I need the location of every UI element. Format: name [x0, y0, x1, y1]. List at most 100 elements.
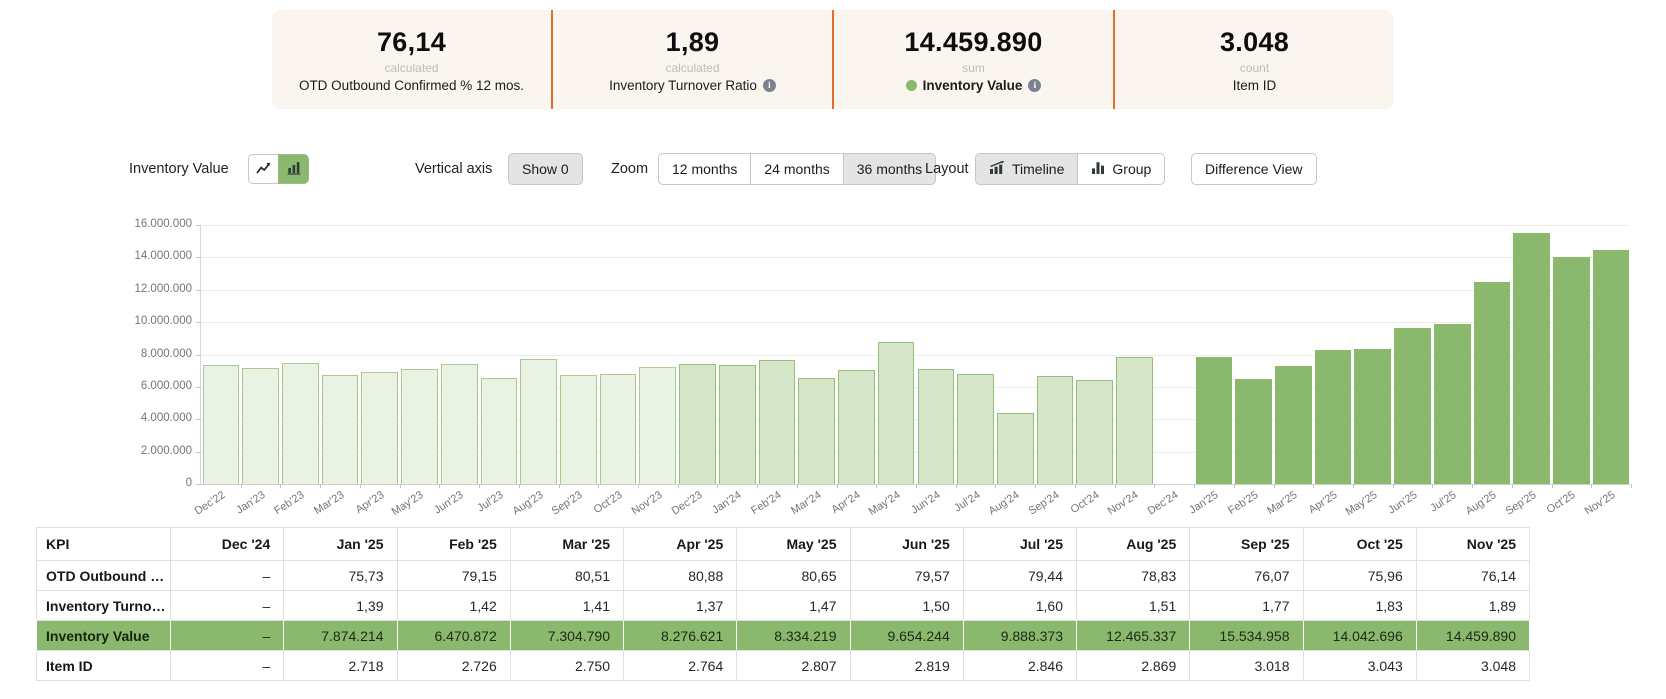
table-header-row: KPIDec '24Jan '25Feb '25Mar '25Apr '25Ma…: [37, 528, 1530, 561]
bar[interactable]: [1553, 257, 1590, 484]
bar[interactable]: [1394, 328, 1431, 484]
layout-timeline-button[interactable]: Timeline: [975, 153, 1078, 185]
bar[interactable]: [1235, 379, 1272, 484]
zoom-24-months-button[interactable]: 24 months: [750, 153, 843, 185]
axis-tick: [1472, 484, 1473, 488]
y-axis-tick: [196, 355, 201, 356]
table-cell: 79,57: [850, 561, 963, 591]
bar-chart-icon: [287, 161, 301, 178]
table-cell: 8.276.621: [624, 621, 737, 651]
bar[interactable]: [1474, 282, 1511, 484]
axis-tick: [1274, 484, 1275, 488]
axis-tick: [1591, 484, 1592, 488]
bar[interactable]: [481, 378, 518, 484]
kpi-table-container: KPIDec '24Jan '25Feb '25Mar '25Apr '25Ma…: [36, 527, 1530, 681]
bar[interactable]: [322, 375, 359, 484]
axis-tick: [1512, 484, 1513, 488]
layout-preset-group: Timeline Group: [975, 153, 1165, 185]
kpi-value: 1,89: [666, 27, 720, 58]
table-row[interactable]: Inventory Value–7.874.2146.470.8727.304.…: [37, 621, 1530, 651]
bar[interactable]: [1593, 250, 1630, 484]
bar[interactable]: [1196, 357, 1233, 484]
y-axis-tick-label: 4.000.000: [102, 412, 192, 424]
info-icon[interactable]: i: [1028, 79, 1041, 92]
table-row[interactable]: Item ID–2.7182.7262.7502.7642.8072.8192.…: [37, 651, 1530, 681]
series-label: Inventory Value: [129, 161, 229, 177]
table-cell: 14.042.696: [1303, 621, 1416, 651]
bar[interactable]: [441, 364, 478, 484]
kpi-label: Inventory Value: [923, 78, 1023, 93]
bar[interactable]: [520, 359, 557, 484]
bar[interactable]: [242, 368, 279, 484]
difference-view-button[interactable]: Difference View: [1191, 153, 1317, 185]
axis-tick: [439, 484, 440, 488]
bar[interactable]: [719, 365, 756, 484]
bar[interactable]: [957, 374, 994, 484]
axis-tick: [876, 484, 877, 488]
table-cell: 2.819: [850, 651, 963, 681]
table-cell: 1,77: [1190, 591, 1303, 621]
bar[interactable]: [401, 369, 438, 484]
table-cell: 2.764: [624, 651, 737, 681]
zoom-12-months-button[interactable]: 12 months: [658, 153, 751, 185]
y-axis-tick: [196, 484, 201, 485]
bar[interactable]: [1354, 349, 1391, 484]
bar[interactable]: [1513, 233, 1550, 484]
zoom-36-months-button[interactable]: 36 months: [843, 153, 936, 185]
month-column-header: Aug '25: [1077, 528, 1190, 561]
table-row[interactable]: Inventory Turno…–1,391,421,411,371,471,5…: [37, 591, 1530, 621]
axis-tick: [956, 484, 957, 488]
kpi-aggregation: calculated: [384, 61, 438, 75]
axis-tick: [797, 484, 798, 488]
table-cell: 1,51: [1077, 591, 1190, 621]
axis-tick: [638, 484, 639, 488]
kpi-column-header: KPI: [37, 528, 171, 561]
bar[interactable]: [639, 367, 676, 484]
bar[interactable]: [1116, 357, 1153, 484]
y-axis-tick-label: 12.000.000: [102, 283, 192, 295]
table-cell: 79,15: [397, 561, 510, 591]
table-cell: 76,14: [1416, 561, 1529, 591]
y-axis-tick-label: 2.000.000: [102, 445, 192, 457]
info-icon[interactable]: i: [763, 79, 776, 92]
row-label[interactable]: Inventory Value: [37, 621, 171, 651]
bar[interactable]: [878, 342, 915, 484]
bar[interactable]: [560, 375, 597, 484]
bar[interactable]: [1315, 350, 1352, 484]
bar[interactable]: [798, 378, 835, 484]
bar[interactable]: [759, 360, 796, 484]
chart-type-line-button[interactable]: [248, 154, 279, 184]
bar[interactable]: [1076, 380, 1113, 484]
bar[interactable]: [997, 413, 1034, 484]
bar[interactable]: [361, 372, 398, 485]
bar[interactable]: [838, 370, 875, 484]
axis-tick: [519, 484, 520, 488]
bar[interactable]: [600, 374, 637, 484]
row-label[interactable]: OTD Outbound …: [37, 561, 171, 591]
series-dot-icon: [906, 80, 917, 91]
table-cell: 1,47: [737, 591, 850, 621]
row-label[interactable]: Item ID: [37, 651, 171, 681]
y-axis-tick: [196, 419, 201, 420]
bar[interactable]: [282, 363, 319, 484]
y-axis-tick-label: 6.000.000: [102, 380, 192, 392]
bar[interactable]: [1275, 366, 1312, 484]
bar[interactable]: [679, 364, 716, 484]
axis-tick: [280, 484, 281, 488]
show-zero-button[interactable]: Show 0: [508, 153, 583, 185]
bar[interactable]: [203, 365, 240, 484]
bar[interactable]: [1037, 376, 1074, 484]
table-cell: 79,44: [963, 561, 1076, 591]
kpi-aggregation: count: [1240, 61, 1269, 75]
chart-type-bar-button[interactable]: [278, 154, 309, 184]
month-column-header: May '25: [737, 528, 850, 561]
row-label[interactable]: Inventory Turno…: [37, 591, 171, 621]
bar[interactable]: [918, 369, 955, 484]
bar[interactable]: [1434, 324, 1471, 484]
layout-group-button[interactable]: Group: [1077, 153, 1165, 185]
axis-tick: [1552, 484, 1553, 488]
month-column-header: Nov '25: [1416, 528, 1529, 561]
dashboard: 76,14 calculated OTD Outbound Confirmed …: [0, 0, 1666, 699]
table-row[interactable]: OTD Outbound …–75,7379,1580,5180,8880,65…: [37, 561, 1530, 591]
table-cell: 80,65: [737, 561, 850, 591]
